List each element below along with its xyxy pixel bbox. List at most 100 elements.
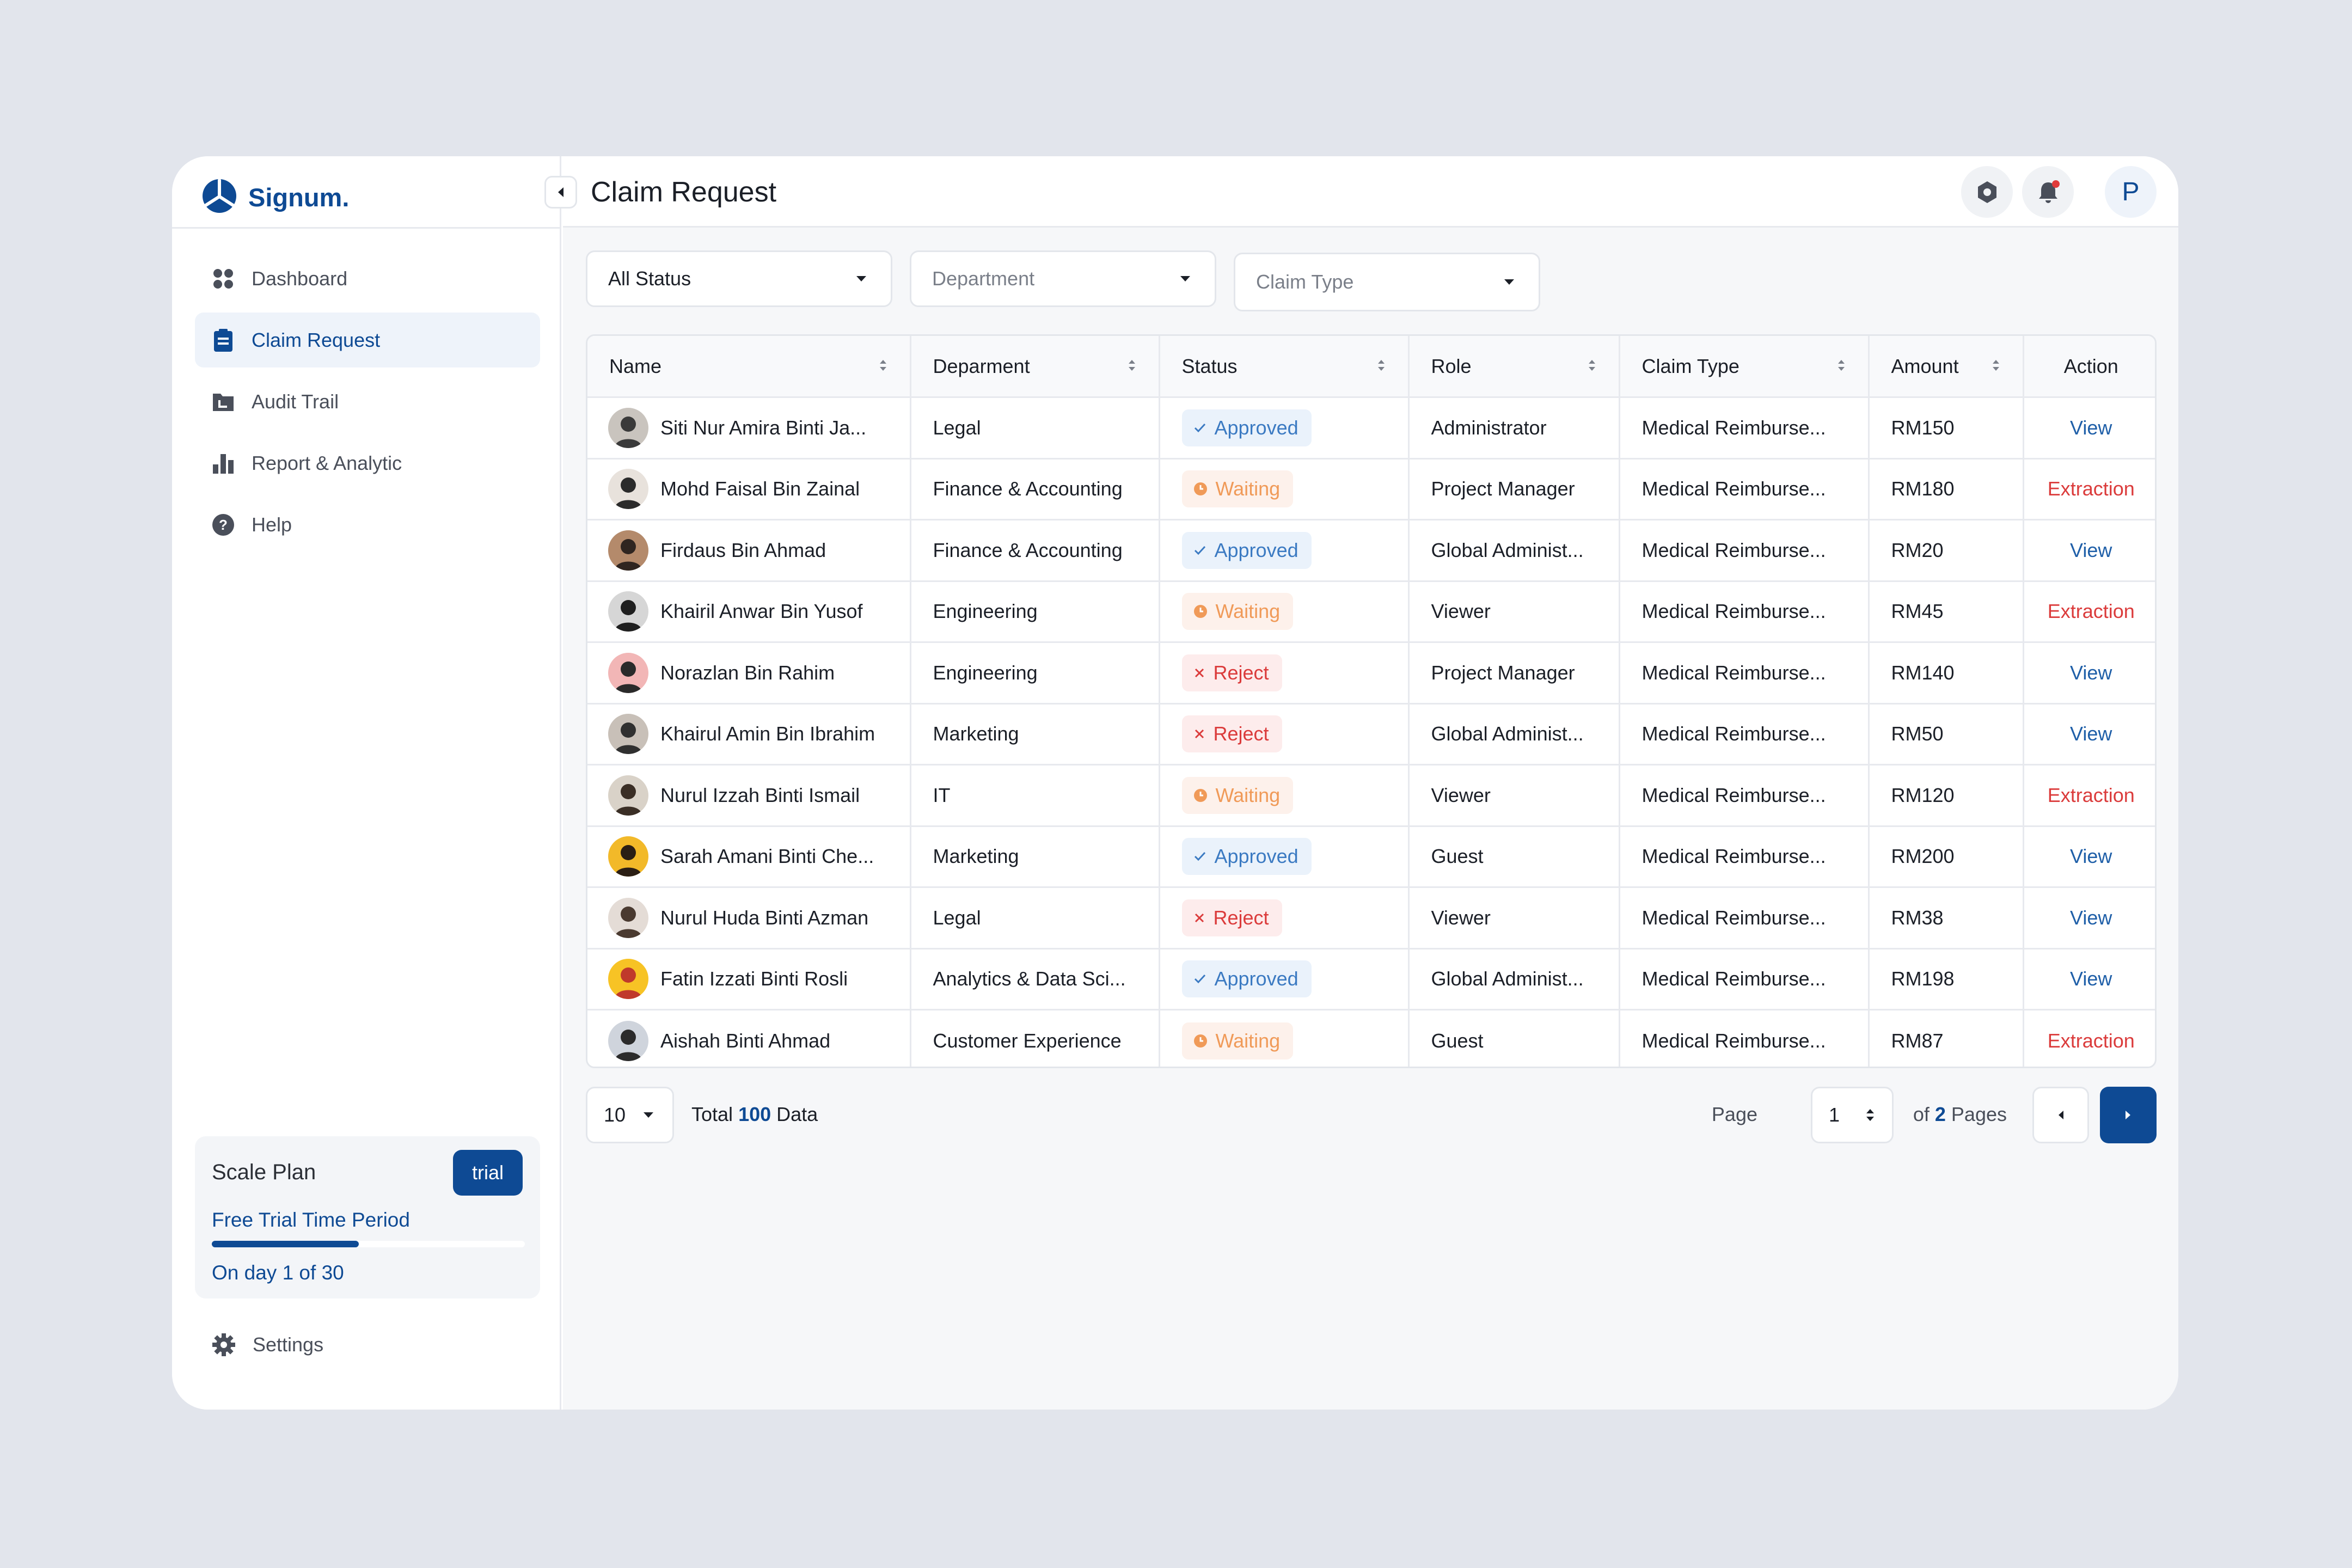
sidebar-item-audit-trail[interactable]: Audit Trail bbox=[195, 374, 540, 429]
clock-icon bbox=[1193, 788, 1208, 803]
cell-action: Extraction bbox=[2023, 1010, 2155, 1067]
table-header-row: Name Deparment Status Role Claim Type Am… bbox=[587, 336, 2155, 398]
cell-amount: RM45 bbox=[1869, 581, 2024, 643]
employee-name: Khairil Anwar Bin Yusof bbox=[660, 600, 863, 623]
avatar bbox=[608, 775, 648, 816]
cell-name: Sarah Amani Binti Che... bbox=[587, 826, 911, 888]
help-circle-icon: ? bbox=[211, 513, 235, 537]
extraction-link[interactable]: Extraction bbox=[2048, 600, 2135, 622]
cell-claim-type: Medical Reimburse... bbox=[1619, 642, 1870, 705]
sort-icon bbox=[1376, 355, 1386, 378]
settings-link[interactable]: Settings bbox=[211, 1332, 323, 1357]
status-badge: Approved bbox=[1181, 409, 1312, 446]
sidebar-item-label: Help bbox=[252, 513, 292, 536]
cell-claim-type: Medical Reimburse... bbox=[1619, 703, 1870, 765]
plan-card: Scale Plan trial Free Trial Time Period … bbox=[195, 1136, 540, 1298]
table-row: Aishah Binti Ahmad Customer Experience Wai… bbox=[587, 1009, 2155, 1067]
sidebar-item-report-analytic[interactable]: Report & Analytic bbox=[195, 436, 540, 491]
cell-name: Firdaus Bin Ahmad bbox=[587, 519, 911, 582]
cell-action: View bbox=[2023, 887, 2155, 950]
sidebar-item-help[interactable]: ? Help bbox=[195, 497, 540, 552]
column-header-department[interactable]: Deparment bbox=[910, 336, 1160, 398]
cell-department: Legal bbox=[910, 887, 1160, 950]
status-badge: Approved bbox=[1181, 838, 1312, 875]
view-link[interactable]: View bbox=[2070, 661, 2112, 684]
sort-icon bbox=[878, 355, 888, 378]
status-badge: Waiting bbox=[1181, 1022, 1294, 1059]
clock-icon bbox=[1193, 1033, 1208, 1049]
column-header-claim-type[interactable]: Claim Type bbox=[1619, 336, 1870, 398]
check-icon bbox=[1193, 972, 1207, 986]
status-badge: Waiting bbox=[1181, 593, 1294, 630]
total-count-text: Total 100 Data bbox=[691, 1103, 818, 1126]
column-header-name[interactable]: Name bbox=[587, 336, 911, 398]
plan-badge[interactable]: trial bbox=[453, 1150, 523, 1196]
extraction-link[interactable]: Extraction bbox=[2048, 477, 2135, 500]
cell-name: Khairul Amin Bin Ibrahim bbox=[587, 703, 911, 765]
cell-claim-type: Medical Reimburse... bbox=[1619, 581, 1870, 643]
cell-role: Guest bbox=[1408, 1009, 1620, 1067]
view-link[interactable]: View bbox=[2070, 845, 2112, 867]
caret-down-icon bbox=[856, 275, 867, 282]
sidebar-item-label: Report & Analytic bbox=[252, 451, 402, 474]
table-row: Norazlan Bin Rahim Engineering Reject Proje… bbox=[587, 642, 2155, 705]
chevron-left-icon bbox=[556, 186, 566, 198]
view-link[interactable]: View bbox=[2070, 722, 2112, 745]
cell-claim-type: Medical Reimburse... bbox=[1619, 948, 1870, 1010]
page-size-select[interactable]: 10 bbox=[586, 1087, 674, 1143]
plan-title: Scale Plan bbox=[212, 1160, 316, 1184]
cell-role: Project Manager bbox=[1408, 458, 1620, 520]
view-link[interactable]: View bbox=[2070, 967, 2112, 990]
employee-name: Mohd Faisal Bin Zainal bbox=[660, 477, 860, 500]
sort-icon bbox=[1587, 355, 1597, 378]
column-header-action: Action bbox=[2023, 336, 2155, 398]
view-link[interactable]: View bbox=[2070, 906, 2112, 929]
svg-text:?: ? bbox=[219, 517, 228, 533]
cell-claim-type: Medical Reimburse... bbox=[1619, 1009, 1870, 1067]
next-page-button[interactable] bbox=[2100, 1087, 2157, 1143]
table-row: Mohd Faisal Bin Zainal Finance & Accounti… bbox=[587, 458, 2155, 520]
status-label: Waiting bbox=[1215, 600, 1281, 623]
avatar bbox=[608, 530, 648, 571]
cell-amount: RM140 bbox=[1869, 642, 2024, 705]
table-row: Firdaus Bin Ahmad Finance & Accounting App… bbox=[587, 519, 2155, 582]
hexagon-settings-button[interactable] bbox=[1961, 166, 2013, 218]
cell-amount: RM198 bbox=[1869, 948, 2024, 1010]
user-avatar[interactable]: P bbox=[2105, 166, 2157, 218]
plan-subtitle: Free Trial Time Period bbox=[212, 1209, 410, 1231]
status-filter-select[interactable]: All Status bbox=[586, 250, 892, 307]
status-label: Reject bbox=[1213, 661, 1269, 684]
view-link[interactable]: View bbox=[2070, 539, 2112, 561]
cell-role: Guest bbox=[1408, 826, 1620, 888]
sidebar-item-dashboard[interactable]: Dashboard bbox=[195, 251, 540, 306]
column-header-amount[interactable]: Amount bbox=[1869, 336, 2024, 398]
column-header-status[interactable]: Status bbox=[1159, 336, 1410, 398]
check-icon bbox=[1193, 421, 1207, 435]
cell-amount: RM180 bbox=[1869, 458, 2024, 520]
claim-type-filter-select[interactable]: Claim Type bbox=[1234, 253, 1540, 311]
sidebar-item-claim-request[interactable]: Claim Request bbox=[195, 313, 540, 367]
cell-action: Extraction bbox=[2023, 581, 2155, 643]
logo[interactable]: Signum. bbox=[200, 175, 349, 219]
notifications-button[interactable] bbox=[2022, 166, 2074, 218]
table-row: Khairil Anwar Bin Yusof Engineering Waitin… bbox=[587, 581, 2155, 643]
avatar bbox=[608, 652, 648, 693]
extraction-link[interactable]: Extraction bbox=[2048, 1030, 2135, 1052]
page-number-stepper[interactable]: 1 bbox=[1811, 1087, 1894, 1143]
department-filter-select[interactable]: Department bbox=[910, 250, 1216, 307]
status-label: Approved bbox=[1214, 845, 1298, 868]
cell-department: Marketing bbox=[910, 703, 1160, 765]
avatar bbox=[608, 959, 648, 1000]
hexagon-icon bbox=[1975, 180, 2000, 205]
view-link[interactable]: View bbox=[2070, 416, 2112, 439]
cell-amount: RM20 bbox=[1869, 519, 2024, 582]
cell-department: Finance & Accounting bbox=[910, 458, 1160, 520]
cell-name: Fatin Izzati Binti Rosli bbox=[587, 948, 911, 1010]
status-label: Reject bbox=[1213, 722, 1269, 745]
column-header-role[interactable]: Role bbox=[1408, 336, 1620, 398]
previous-page-button[interactable] bbox=[2032, 1087, 2089, 1143]
status-badge: Approved bbox=[1181, 960, 1312, 998]
collapse-sidebar-button[interactable] bbox=[544, 176, 577, 209]
extraction-link[interactable]: Extraction bbox=[2048, 784, 2135, 806]
cell-department: Customer Experience bbox=[910, 1009, 1160, 1067]
